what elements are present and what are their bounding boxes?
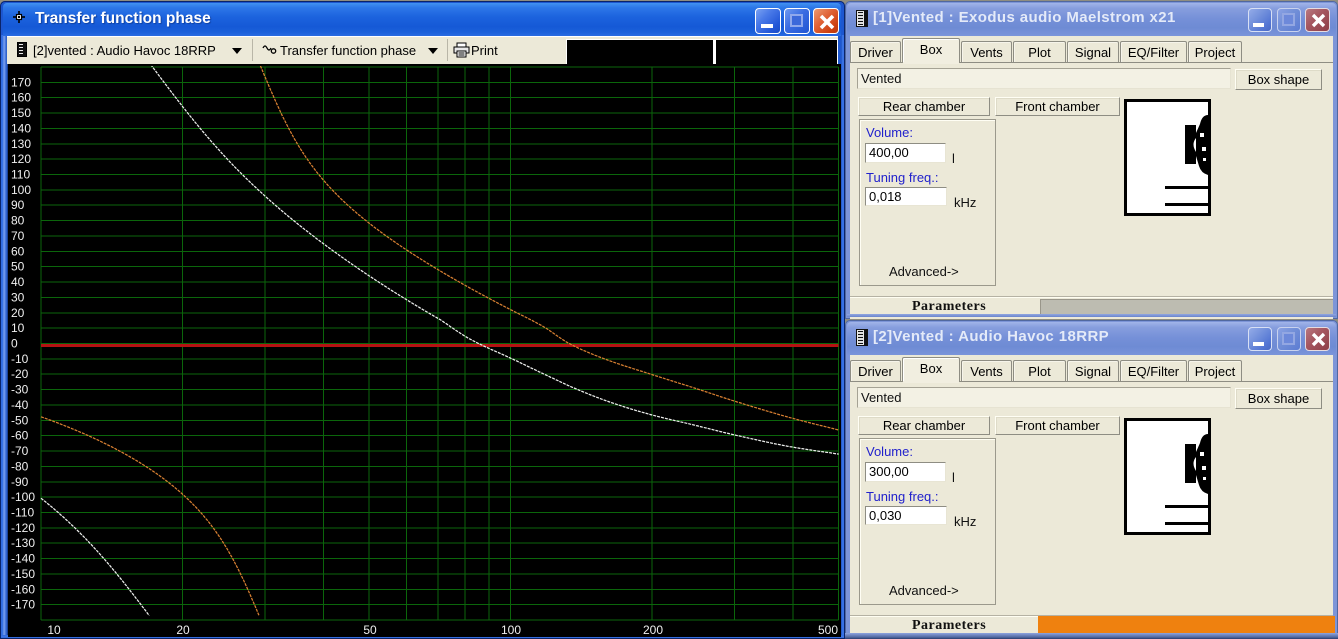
- svg-text:170: 170: [11, 75, 31, 89]
- svg-text:-160: -160: [11, 582, 35, 596]
- svg-text:30: 30: [11, 290, 25, 304]
- svg-text:-60: -60: [11, 429, 29, 443]
- svg-text:-150: -150: [11, 567, 35, 581]
- svg-text:20: 20: [176, 623, 190, 637]
- svg-text:60: 60: [11, 244, 25, 258]
- svg-text:10: 10: [47, 623, 61, 637]
- svg-text:70: 70: [11, 229, 25, 243]
- svg-text:120: 120: [11, 152, 31, 166]
- svg-text:150: 150: [11, 106, 31, 120]
- svg-text:100: 100: [11, 183, 31, 197]
- svg-text:-50: -50: [11, 413, 29, 427]
- svg-text:110: 110: [11, 168, 30, 182]
- svg-text:140: 140: [11, 121, 31, 135]
- svg-text:-40: -40: [11, 398, 29, 412]
- svg-text:-10: -10: [11, 352, 29, 366]
- svg-text:50: 50: [11, 260, 25, 274]
- svg-text:0: 0: [11, 337, 18, 351]
- svg-text:-80: -80: [11, 459, 29, 473]
- svg-text:200: 200: [643, 623, 663, 637]
- svg-text:500: 500: [818, 623, 838, 637]
- svg-text:-70: -70: [11, 444, 29, 458]
- svg-text:50: 50: [363, 623, 377, 637]
- svg-text:-120: -120: [11, 521, 35, 535]
- svg-text:-130: -130: [11, 536, 35, 550]
- svg-text:10: 10: [11, 321, 25, 335]
- svg-text:90: 90: [11, 198, 25, 212]
- svg-text:80: 80: [11, 214, 25, 228]
- svg-text:100: 100: [501, 623, 521, 637]
- svg-text:-30: -30: [11, 383, 29, 397]
- svg-text:-140: -140: [11, 552, 35, 566]
- svg-text:-110: -110: [11, 506, 34, 520]
- svg-text:130: 130: [11, 137, 31, 151]
- svg-text:-90: -90: [11, 475, 29, 489]
- svg-text:-170: -170: [11, 598, 35, 612]
- svg-text:-20: -20: [11, 367, 29, 381]
- svg-text:20: 20: [11, 306, 25, 320]
- svg-text:-100: -100: [11, 490, 35, 504]
- svg-text:40: 40: [11, 275, 25, 289]
- svg-text:160: 160: [11, 91, 31, 105]
